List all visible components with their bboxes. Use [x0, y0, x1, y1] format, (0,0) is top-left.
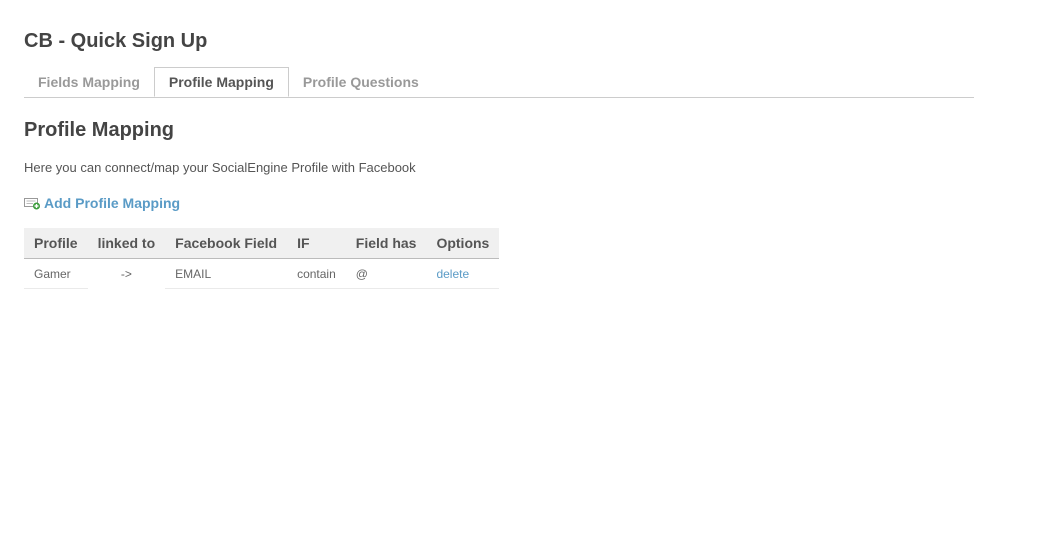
column-header-if: IF: [287, 228, 346, 259]
section-description: Here you can connect/map your SocialEngi…: [24, 160, 416, 175]
column-header-options: Options: [426, 228, 500, 259]
table-row: Gamer -> EMAIL contain @ delete: [24, 258, 500, 289]
cell-field-has: @: [345, 258, 427, 289]
column-header-facebook-field: Facebook Field: [165, 228, 288, 259]
column-header-profile: Profile: [24, 228, 88, 259]
add-profile-mapping-label: Add Profile Mapping: [44, 195, 181, 211]
section-title: Profile Mapping: [24, 119, 174, 141]
cell-profile: Gamer: [24, 258, 88, 289]
cell-facebook-field: EMAIL: [165, 258, 288, 289]
tab-profile-questions[interactable]: Profile Questions: [289, 68, 433, 96]
tab-profile-mapping[interactable]: Profile Mapping: [153, 67, 289, 97]
column-header-linked-to: linked to: [87, 228, 166, 259]
page-container: CB - Quick Sign Up Fields Mapping Profil…: [24, 28, 974, 289]
table-header-row: Profile linked to Facebook Field IF Fiel…: [24, 228, 500, 259]
delete-link[interactable]: delete: [436, 267, 469, 281]
tab-bar: Fields Mapping Profile Mapping Profile Q…: [24, 67, 974, 98]
add-profile-mapping-link[interactable]: Add Profile Mapping: [24, 194, 974, 212]
column-header-field-has: Field has: [345, 228, 427, 259]
profile-mapping-table: Profile linked to Facebook Field IF Fiel…: [24, 228, 500, 289]
cell-linked-to: ->: [87, 258, 166, 289]
cell-options: delete: [426, 258, 500, 289]
tab-fields-mapping[interactable]: Fields Mapping: [24, 68, 154, 96]
cell-if: contain: [287, 258, 346, 289]
app-title: CB - Quick Sign Up: [24, 30, 208, 52]
add-document-icon: [24, 197, 41, 210]
